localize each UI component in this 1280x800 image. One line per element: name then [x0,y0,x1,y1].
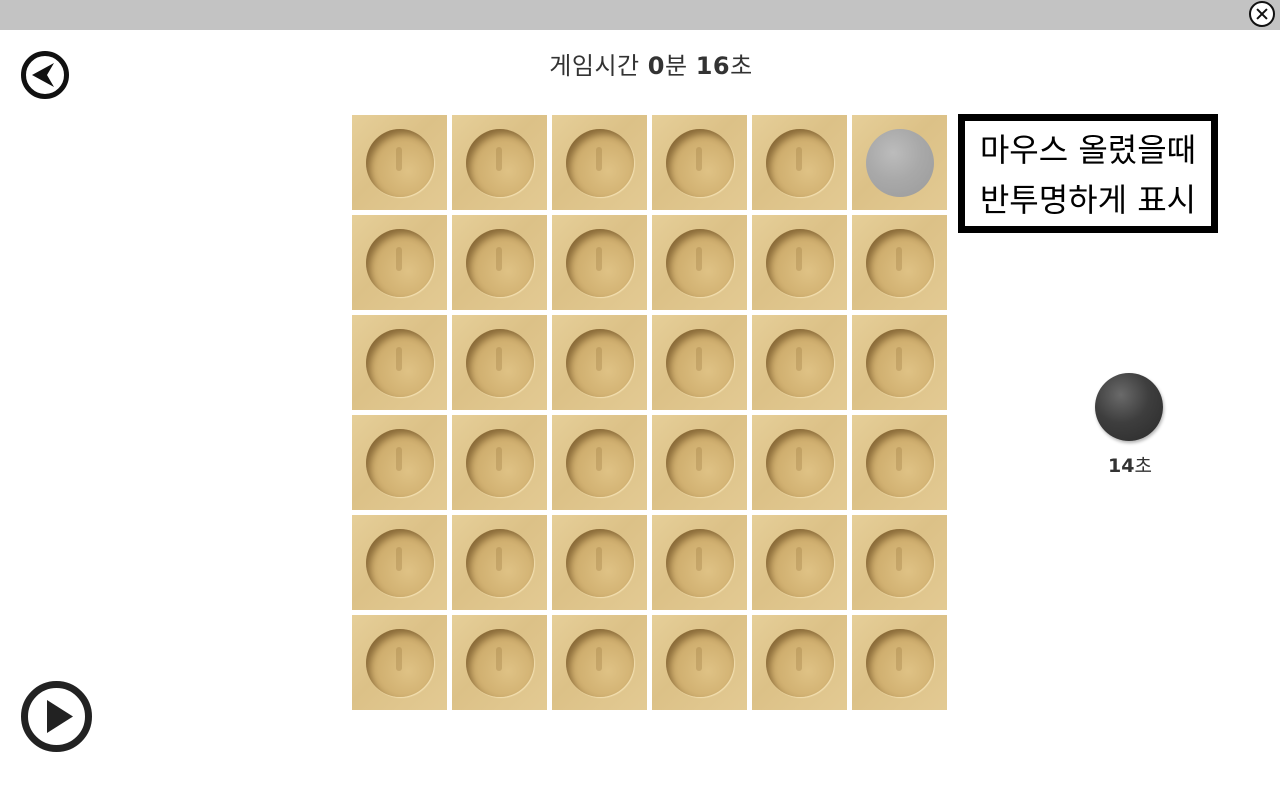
board-hole [766,429,834,497]
close-icon[interactable] [1249,1,1275,27]
board-cell[interactable] [752,615,847,710]
board-hole [466,329,534,397]
board-cell[interactable] [352,515,447,610]
board-cell[interactable] [752,315,847,410]
board-cell[interactable] [752,215,847,310]
board-hole [866,329,934,397]
timer-seconds-unit: 초 [730,52,753,80]
board-hole [666,129,734,197]
board-hole [866,529,934,597]
board-hole [366,529,434,597]
hover-preview-stone [866,129,934,197]
board-hole [666,429,734,497]
turn-timer: 14초 [1080,451,1180,478]
board-cell[interactable] [652,215,747,310]
board-hole [366,429,434,497]
board-hole [566,529,634,597]
board-hole [366,629,434,697]
board-cell[interactable] [452,215,547,310]
board-hole [566,429,634,497]
board-hole [366,229,434,297]
board-hole [566,329,634,397]
hint-line-2: 반투명하게 표시 [979,181,1197,219]
board-cell[interactable] [652,515,747,610]
current-player-stone [1095,373,1163,441]
board-hole [666,329,734,397]
board-hole [466,129,534,197]
board-cell[interactable] [452,115,547,210]
board-hole [566,629,634,697]
board-hole [466,429,534,497]
board-cell[interactable] [652,115,747,210]
turn-seconds-unit: 초 [1134,455,1152,477]
board-hole [866,429,934,497]
board-hole [766,329,834,397]
board-cell[interactable] [852,615,947,710]
board-hole [466,629,534,697]
title-bar [0,0,1280,30]
timer-label: 게임시간 [549,52,640,80]
board-hole [466,229,534,297]
board-cell[interactable] [452,615,547,710]
play-icon[interactable] [20,680,93,753]
board-cell[interactable] [652,615,747,710]
board-cell[interactable] [352,115,447,210]
game-board [352,115,952,715]
timer-minutes: 0 [647,52,665,80]
board-cell[interactable] [352,415,447,510]
board-cell[interactable] [652,415,747,510]
board-cell[interactable] [752,115,847,210]
board-cell[interactable] [552,615,647,710]
board-cell[interactable] [552,515,647,610]
board-hole [766,529,834,597]
board-hole [466,529,534,597]
board-hole [766,629,834,697]
board-hole [566,129,634,197]
board-cell[interactable] [752,415,847,510]
board-hole [866,629,934,697]
board-cell[interactable] [352,215,447,310]
board-cell[interactable] [452,415,547,510]
board-cell[interactable] [352,315,447,410]
board-hole [666,529,734,597]
board-hole [566,229,634,297]
board-cell[interactable] [652,315,747,410]
board-cell[interactable] [852,515,947,610]
board-cell[interactable] [552,315,647,410]
board-cell[interactable] [452,315,547,410]
timer-seconds: 16 [695,52,731,80]
timer-minutes-unit: 분 [664,52,688,80]
board-cell[interactable] [752,515,847,610]
board-cell[interactable] [852,115,947,210]
turn-seconds: 14 [1108,455,1135,477]
board-hole [766,229,834,297]
board-cell[interactable] [552,115,647,210]
board-cell[interactable] [352,615,447,710]
board-cell[interactable] [552,215,647,310]
hint-box: 마우스 올렸을때 반투명하게 표시 [958,114,1218,233]
board-hole [666,629,734,697]
board-cell[interactable] [552,415,647,510]
board-hole [366,329,434,397]
board-hole [666,229,734,297]
game-timer: 게임시간 0분 16초 [0,46,1280,81]
board-hole [866,229,934,297]
hint-line-1: 마우스 올렸을때 [979,131,1197,169]
board-hole [766,129,834,197]
board-cell[interactable] [452,515,547,610]
board-cell[interactable] [852,215,947,310]
board-cell[interactable] [852,315,947,410]
board-cell[interactable] [852,415,947,510]
board-hole [366,129,434,197]
